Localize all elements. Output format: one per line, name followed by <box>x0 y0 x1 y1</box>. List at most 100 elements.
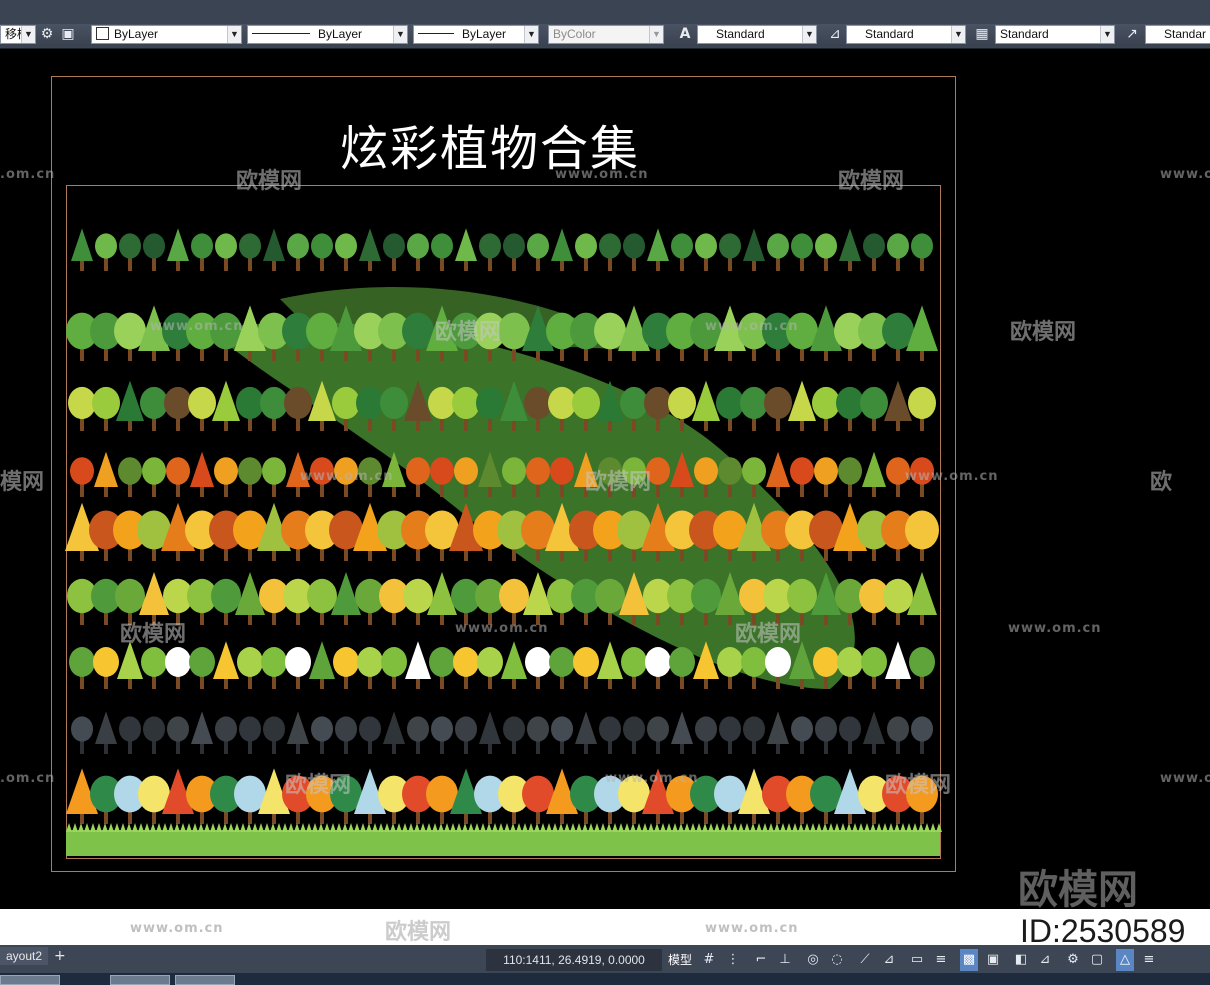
tab-layout2[interactable]: ayout2 <box>0 947 49 965</box>
tree-crown <box>836 386 864 420</box>
ortho-icon[interactable]: ⊥ <box>776 949 794 971</box>
tree-crown <box>453 647 479 677</box>
tree-crown <box>116 380 144 421</box>
tree-trunk <box>752 740 756 754</box>
tree-trunk <box>680 257 684 271</box>
linetype-combo[interactable]: ByLayer ▼ <box>247 25 408 44</box>
workspace-icon[interactable]: ⚙ <box>1064 949 1082 971</box>
tree-crown <box>479 233 501 259</box>
osnap-icon[interactable]: ◌ <box>828 949 846 971</box>
gear-icon[interactable]: ⚙ <box>38 25 56 44</box>
lineweight-icon[interactable]: ≡ <box>932 949 950 971</box>
3d-osnap-icon[interactable]: ◧ <box>1012 949 1030 971</box>
tree-trunk <box>440 257 444 271</box>
tree-crown <box>260 386 288 420</box>
tree-crown <box>551 228 573 261</box>
taskbar-button[interactable] <box>110 975 170 985</box>
tree-crown <box>885 641 911 679</box>
tree-trunk <box>656 483 660 497</box>
tree-trunk <box>560 740 564 754</box>
tree-crown <box>214 457 238 485</box>
tree-crown <box>597 641 623 679</box>
tablestyle-combo[interactable]: Standard ▼ <box>995 25 1115 44</box>
tree-trunk <box>176 740 180 754</box>
tree-crown <box>380 386 408 420</box>
selection-cycling-icon[interactable]: ▣ <box>984 949 1002 971</box>
add-layout-tab-button[interactable]: + <box>54 947 66 965</box>
tree-trunk <box>536 740 540 754</box>
tree-trunk <box>680 417 684 431</box>
taskbar-button[interactable] <box>175 975 235 985</box>
dyn-icon[interactable]: ▭ <box>908 949 926 971</box>
watermark-url: www.om.cn <box>605 771 699 786</box>
tree-trunk <box>368 740 372 754</box>
tree-trunk <box>464 740 468 754</box>
tree-crown <box>883 578 913 614</box>
tree-trunk <box>152 417 156 431</box>
transparency-icon[interactable]: ▩ <box>960 949 978 971</box>
tree-trunk <box>608 257 612 271</box>
customize-icon[interactable]: ≡ <box>1140 949 1158 971</box>
text-style-icon[interactable]: A <box>676 25 694 44</box>
tree-crown <box>93 647 119 677</box>
infer-icon[interactable]: ⌐ <box>752 949 770 971</box>
layer-combo[interactable]: 移植 ▼ <box>0 25 36 44</box>
dim-style-icon[interactable]: ⊿ <box>826 25 844 44</box>
tree-trunk <box>80 740 84 754</box>
tree-trunk <box>536 483 540 497</box>
polar-icon[interactable]: ◎ <box>804 949 822 971</box>
tree-crown <box>287 233 309 259</box>
tree-crown <box>333 647 359 677</box>
chevron-down-icon: ▼ <box>393 26 407 43</box>
tree-trunk <box>344 417 348 431</box>
tree-crown <box>237 647 263 677</box>
tree-crown <box>572 386 600 420</box>
tree-trunk <box>824 483 828 497</box>
tree-crown <box>167 716 189 742</box>
tree-crown <box>550 457 574 485</box>
grid-icon[interactable]: # <box>700 949 718 971</box>
tree-crown <box>119 233 141 259</box>
isolate-icon[interactable]: ▢ <box>1088 949 1106 971</box>
tree-trunk <box>824 740 828 754</box>
tree-trunk <box>920 257 924 271</box>
tree-trunk <box>200 675 204 689</box>
taskbar-button[interactable] <box>0 975 60 985</box>
multileader-icon[interactable]: ↗ <box>1123 25 1141 44</box>
tree-crown <box>862 451 886 487</box>
coordinate-readout[interactable]: 110:1411, 26.4919, 0.0000 <box>486 949 662 971</box>
tree-trunk <box>704 257 708 271</box>
tree-crown <box>311 716 333 742</box>
table-style-icon[interactable]: ▦ <box>973 25 991 44</box>
tree-crown <box>143 233 165 259</box>
lineweight-combo[interactable]: ByLayer ▼ <box>413 25 539 44</box>
tree-crown <box>716 386 744 420</box>
dimstyle-combo[interactable]: Standard ▼ <box>846 25 966 44</box>
hardware-icon[interactable]: △ <box>1116 949 1134 971</box>
tree-trunk <box>776 257 780 271</box>
annotation-icon[interactable]: ⊿ <box>1036 949 1054 971</box>
snap-icon[interactable]: ⋮ <box>724 949 742 971</box>
multileader-combo[interactable]: Standar <box>1145 25 1210 44</box>
ducs-icon[interactable]: ⊿ <box>880 949 898 971</box>
tree-trunk <box>344 740 348 754</box>
textstyle-combo[interactable]: Standard ▼ <box>697 25 817 44</box>
otrack-icon[interactable]: ⟋ <box>856 949 874 971</box>
chevron-down-icon: ▼ <box>649 26 663 43</box>
drawing-canvas[interactable]: 炫彩植物合集 欧模网 欧模网 欧模网 欧模网 欧模网 模网 欧 欧模网 欧模网 … <box>0 49 1210 909</box>
model-space-button[interactable]: 模型 <box>668 949 692 971</box>
tree-trunk <box>464 417 468 431</box>
tree-trunk <box>848 740 852 754</box>
tree-trunk <box>104 675 108 689</box>
tree-crown <box>429 647 455 677</box>
tree-crown <box>285 647 311 677</box>
tree-crown <box>573 647 599 677</box>
tree-crown <box>621 647 647 677</box>
layer-icon[interactable]: ▣ <box>59 25 77 44</box>
color-combo[interactable]: ByLayer ▼ <box>91 25 242 44</box>
tree-trunk <box>512 740 516 754</box>
tree-trunk <box>920 740 924 754</box>
tree-crown <box>261 647 287 677</box>
textstyle-combo-value: Standard <box>716 27 765 41</box>
tree-trunk <box>656 417 660 431</box>
